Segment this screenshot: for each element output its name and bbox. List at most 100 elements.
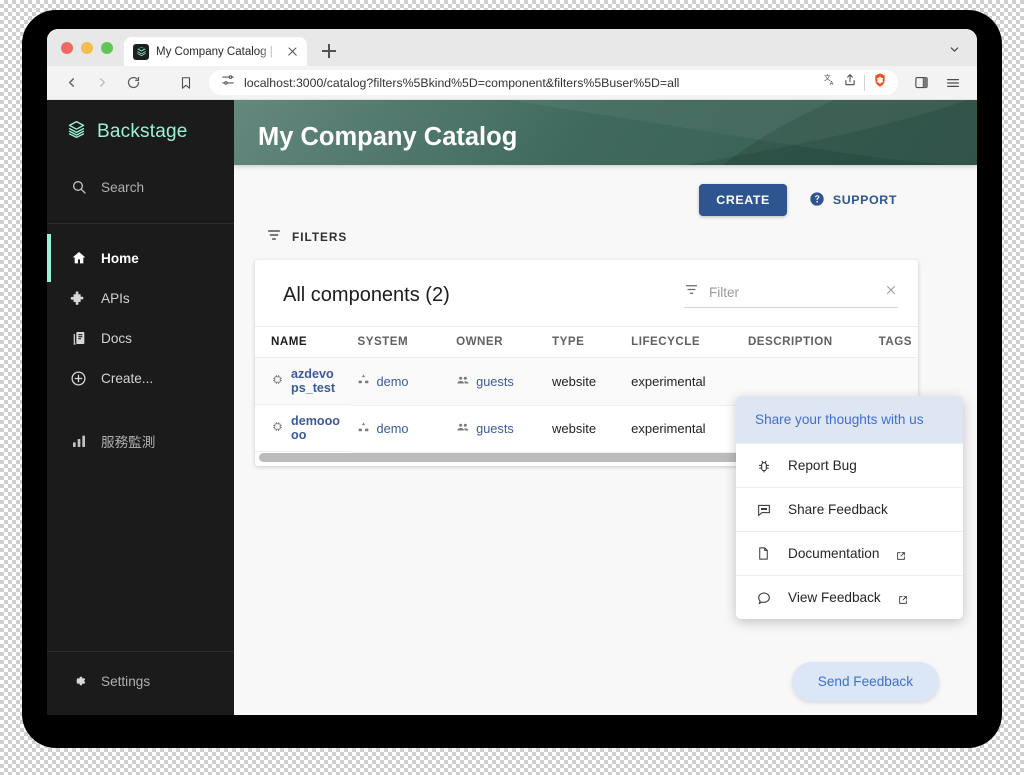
system-link[interactable]: demo <box>376 374 408 389</box>
support-link[interactable]: SUPPORT <box>809 191 897 210</box>
docs-icon <box>70 330 87 347</box>
browser-toolbar: localhost:3000/catalog?filters%5Bkind%5D… <box>47 66 977 100</box>
comment-icon <box>755 501 772 518</box>
column-header-type[interactable]: TYPE <box>546 326 626 358</box>
page-title: My Company Catalog <box>258 123 518 151</box>
bar-chart-icon <box>70 433 87 450</box>
send-feedback-button[interactable]: Send Feedback <box>791 662 939 701</box>
group-icon <box>456 420 470 437</box>
table-toolbar: All components (2) Filter <box>255 260 918 326</box>
toolbar-right-actions <box>907 70 967 96</box>
create-button[interactable]: CREATE <box>699 184 787 216</box>
sidebar-item-label: Docs <box>101 330 132 346</box>
table-head: NAME SYSTEM OWNER TYPE LIFECYCLE DESCRIP… <box>255 326 918 358</box>
hamburger-menu-icon[interactable] <box>939 70 967 96</box>
cell-system: demo <box>351 357 451 406</box>
system-link[interactable]: demo <box>376 421 408 436</box>
back-arrow-icon[interactable] <box>57 70 85 96</box>
sidebar-item-settings[interactable]: Settings <box>47 661 234 701</box>
cell-type: website <box>546 405 626 453</box>
column-header-description[interactable]: DESCRIPTION <box>741 326 873 358</box>
close-window-button[interactable] <box>61 42 73 54</box>
document-icon <box>755 545 772 562</box>
home-icon <box>70 250 87 267</box>
bug-icon <box>755 457 772 474</box>
backstage-favicon-icon <box>133 43 149 60</box>
component-icon <box>271 420 284 436</box>
brand-name: Backstage <box>97 121 188 142</box>
reload-icon[interactable] <box>119 70 147 96</box>
side-panel-icon[interactable] <box>907 70 935 96</box>
minimize-window-button[interactable] <box>81 42 93 54</box>
owner-link[interactable]: guests <box>476 421 514 436</box>
sidebar-item-create[interactable]: Create... <box>47 358 234 398</box>
sidebar-item-label: 服務監測 <box>101 435 156 450</box>
sidebar-item-service-monitoring[interactable]: 服務監測 <box>47 421 234 461</box>
sidebar-item-label: Create... <box>101 370 154 386</box>
table-filter-input[interactable]: Filter <box>684 282 898 308</box>
site-settings-icon[interactable] <box>221 73 235 92</box>
system-icon <box>357 421 370 437</box>
column-header-lifecycle[interactable]: LIFECYCLE <box>625 326 742 358</box>
cell-type: website <box>546 357 626 406</box>
sidebar-item-apis[interactable]: APIs <box>47 278 234 318</box>
column-header-name[interactable]: NAME <box>255 326 352 358</box>
page-header-banner: My Company Catalog <box>234 100 977 165</box>
sidebar-item-home[interactable]: Home <box>47 234 234 282</box>
sidebar-footer: Settings <box>47 651 234 715</box>
column-header-tags[interactable]: TAGS <box>872 326 918 358</box>
application-root: Backstage Search Home APIs Docs Create..… <box>47 100 977 715</box>
feedback-item-report-bug[interactable]: Report Bug <box>736 443 963 487</box>
sidebar-group-search: Search <box>47 163 234 224</box>
sidebar-item-label: Search <box>101 179 145 195</box>
component-icon <box>271 373 284 389</box>
filter-list-icon <box>266 227 282 248</box>
sidebar-item-label: Home <box>101 250 139 266</box>
translate-icon[interactable]: 文 A <box>824 72 839 93</box>
filters-toggle[interactable]: FILTERS <box>234 217 977 251</box>
feedback-item-label: Report Bug <box>788 458 857 473</box>
sidebar-group-main: Home APIs Docs Create... <box>47 224 234 407</box>
search-icon <box>70 179 87 196</box>
table-filter-placeholder: Filter <box>709 284 739 300</box>
feedback-item-label: Share Feedback <box>788 502 888 517</box>
url-bar[interactable]: localhost:3000/catalog?filters%5Bkind%5D… <box>209 70 898 95</box>
forward-arrow-icon[interactable] <box>88 70 116 96</box>
cell-name: azdevops_test <box>255 358 352 406</box>
brand-logo[interactable]: Backstage <box>47 100 234 163</box>
close-icon[interactable] <box>285 44 300 59</box>
component-name-link[interactable]: demooooo <box>291 414 341 442</box>
filter-list-icon <box>684 282 699 302</box>
browser-tab-strip: My Company Catalog | Scaffo <box>47 29 977 66</box>
feedback-item-view-feedback[interactable]: View Feedback <box>736 575 963 619</box>
browser-tab-title: My Company Catalog | Scaffo <box>156 45 278 58</box>
brave-shields-icon[interactable] <box>872 72 888 93</box>
new-tab-plus-icon[interactable] <box>316 38 342 64</box>
table-header-row: NAME SYSTEM OWNER TYPE LIFECYCLE DESCRIP… <box>255 326 918 358</box>
page-actions: CREATE SUPPORT <box>234 165 977 217</box>
column-header-system[interactable]: SYSTEM <box>351 326 451 358</box>
tab-search-chevron-icon[interactable] <box>948 43 961 56</box>
cell-name: demooooo <box>255 405 352 453</box>
sidebar-group-plugins: 服務監測 <box>47 407 234 470</box>
external-link-icon <box>896 549 906 560</box>
divider <box>864 74 865 91</box>
browser-tab[interactable]: My Company Catalog | Scaffo <box>124 37 307 66</box>
share-icon[interactable] <box>843 73 857 92</box>
maximize-window-button[interactable] <box>101 42 113 54</box>
sidebar-item-docs[interactable]: Docs <box>47 318 234 358</box>
sidebar-item-label: APIs <box>101 290 130 306</box>
sidebar-item-search[interactable]: Search <box>47 167 234 207</box>
external-link-icon <box>898 593 908 604</box>
cell-owner: guests <box>450 405 547 453</box>
close-icon[interactable] <box>884 283 898 302</box>
feedback-item-documentation[interactable]: Documentation <box>736 531 963 575</box>
table-heading: All components (2) <box>283 283 450 306</box>
bookmark-icon[interactable] <box>172 70 200 96</box>
column-header-owner[interactable]: OWNER <box>450 326 547 358</box>
owner-link[interactable]: guests <box>476 374 514 389</box>
feedback-item-share-feedback[interactable]: Share Feedback <box>736 487 963 531</box>
url-bar-actions: 文 A <box>824 72 888 93</box>
component-name-link[interactable]: azdevops_test <box>291 367 341 395</box>
